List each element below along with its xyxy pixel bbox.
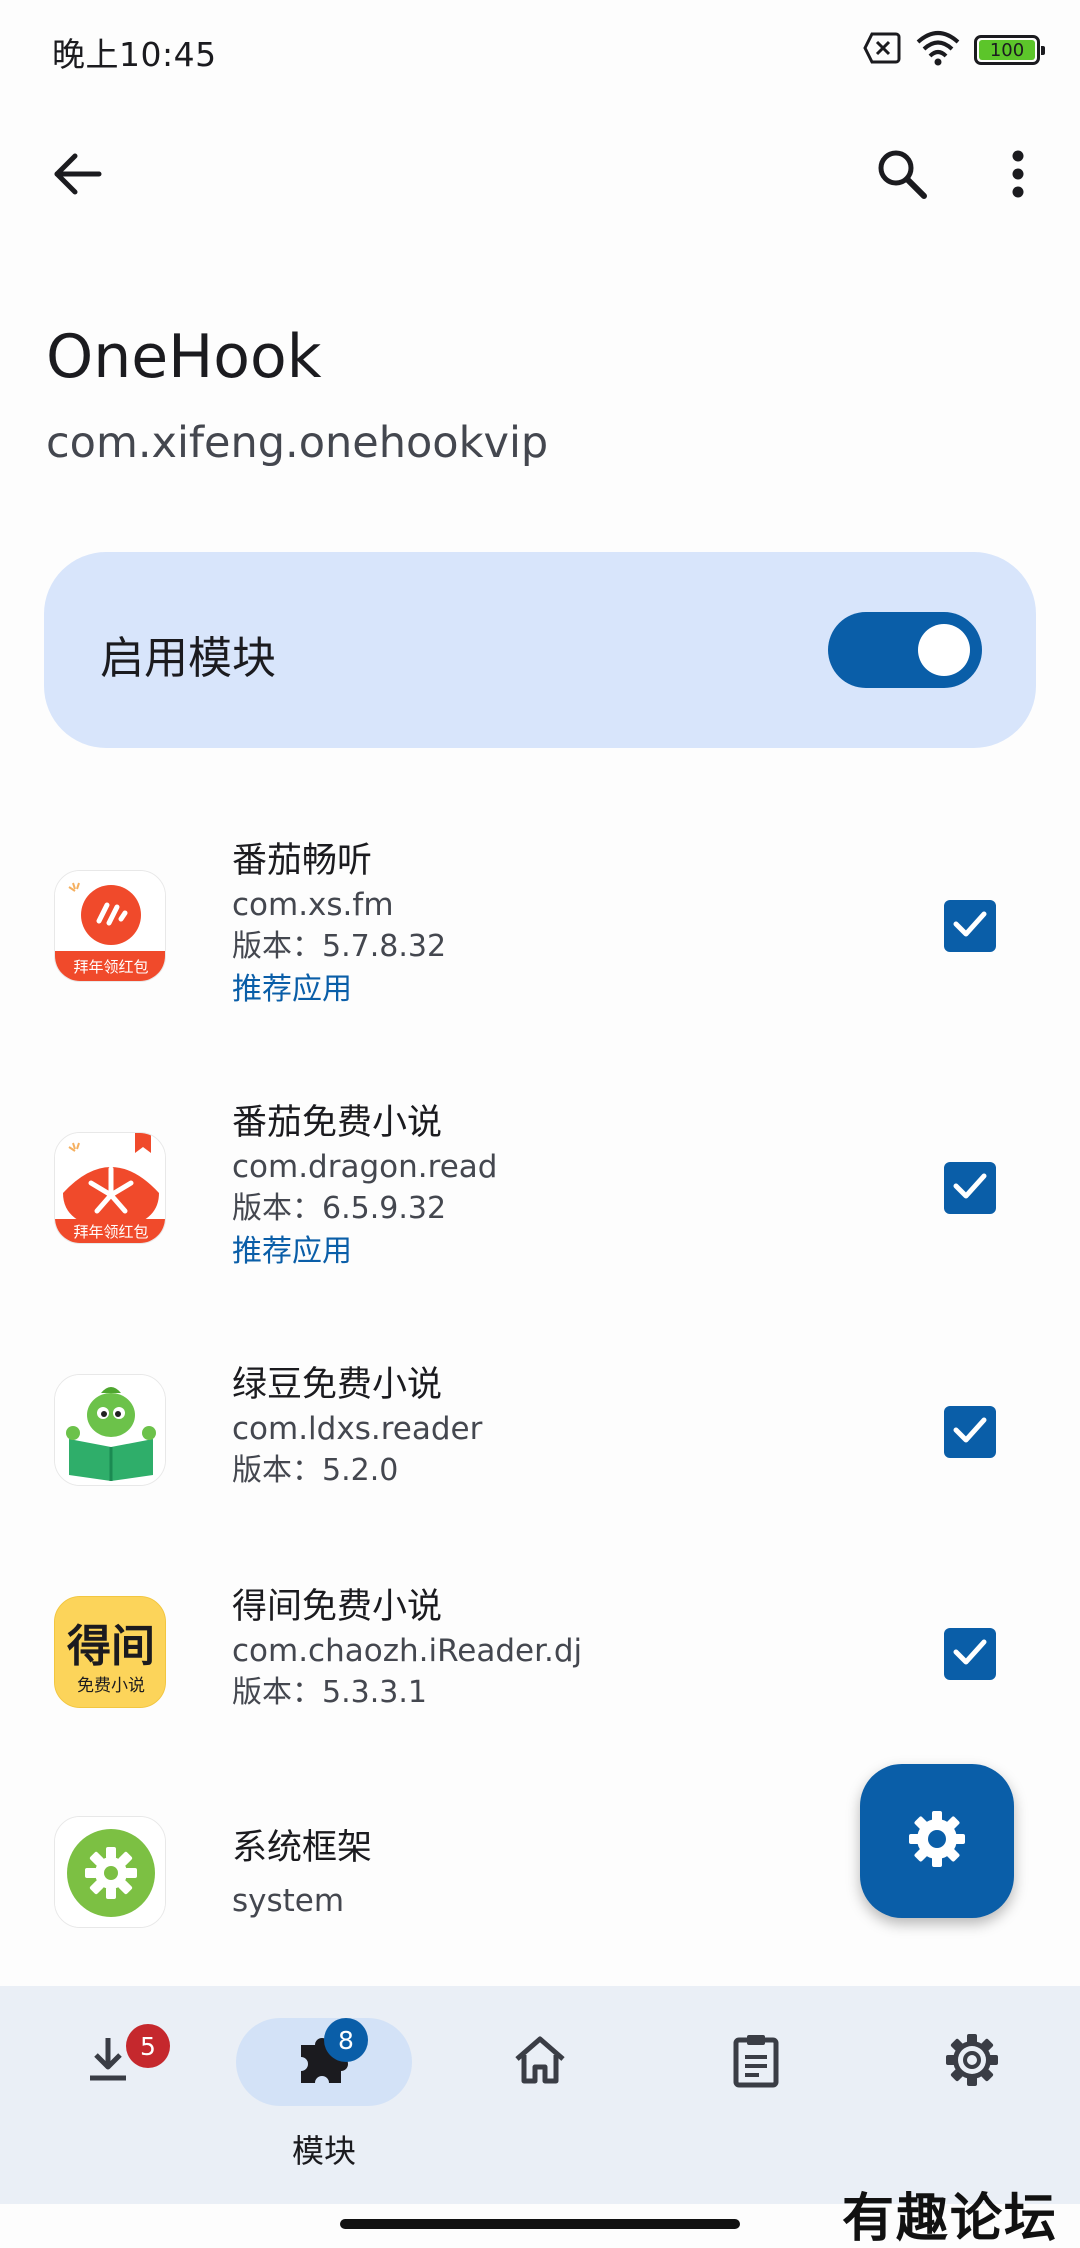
nav-item-logs[interactable] <box>668 1986 844 2204</box>
app-version: 版本：6.5.9.32 <box>232 1191 447 1226</box>
app-icon-system <box>54 1816 166 1928</box>
module-package: com.xifeng.onehookvip <box>46 418 549 468</box>
nav-pill <box>452 2018 628 2106</box>
module-settings-fab[interactable] <box>860 1764 1014 1918</box>
list-item[interactable]: 拜年领红包 番茄免费小说 com.dragon.read 版本：6.5.9.32… <box>0 1100 1080 1269</box>
settings-icon <box>944 2032 1000 2092</box>
recommended-tag: 推荐应用 <box>232 972 352 1007</box>
app-version: 版本：5.7.8.32 <box>232 929 447 964</box>
check-icon <box>952 1415 988 1449</box>
clipboard-icon <box>732 2032 780 2092</box>
app-version: 版本：5.3.3.1 <box>232 1675 427 1710</box>
app-package: com.ldxs.reader <box>232 1411 483 1447</box>
status-icons: 100 <box>862 30 1045 70</box>
app-icon-dejian: 得间 免费小说 <box>54 1596 166 1708</box>
nav-pill <box>884 2018 1060 2106</box>
enable-module-switch[interactable] <box>828 612 982 688</box>
sim-off-icon <box>862 31 902 69</box>
app-name: 番茄畅听 <box>232 841 373 881</box>
icon-caption: 拜年领红包 <box>73 1223 148 1241</box>
list-item[interactable]: 得间 免费小说 得间免费小说 com.chaozh.iReader.dj 版本：… <box>0 1584 1080 1714</box>
status-time: 晚上10:45 <box>52 35 217 74</box>
app-checkbox[interactable] <box>944 1162 996 1214</box>
app-package: system <box>232 1883 345 1919</box>
app-text: 番茄免费小说 com.dragon.read 版本：6.5.9.32 推荐应用 <box>232 1100 497 1274</box>
list-item[interactable]: 绿豆免费小说 com.ldxs.reader 版本：5.2.0 <box>0 1362 1080 1492</box>
app-icon-fanqie-xiaoshuo: 拜年领红包 <box>54 1132 166 1244</box>
app-checkbox[interactable] <box>944 1406 996 1458</box>
back-button[interactable] <box>38 136 118 216</box>
app-checkbox[interactable] <box>944 1628 996 1680</box>
nav-item-repository[interactable]: 5 <box>20 1986 196 2204</box>
nav-item-modules[interactable]: 8 模块 <box>236 1986 412 2204</box>
app-name: 绿豆免费小说 <box>232 1365 443 1405</box>
check-icon <box>952 1637 988 1671</box>
nav-label-modules: 模块 <box>291 2132 356 2170</box>
module-title: OneHook <box>46 322 322 392</box>
recommended-tag: 推荐应用 <box>232 1234 352 1269</box>
battery-icon: 100 <box>974 35 1045 65</box>
search-button[interactable] <box>862 136 942 216</box>
app-name: 系统框架 <box>232 1828 373 1868</box>
list-item[interactable]: 拜年领红包 番茄畅听 com.xs.fm 版本：5.7.8.32 推荐应用 <box>0 838 1080 1007</box>
home-icon <box>513 2035 567 2089</box>
app-package: com.xs.fm <box>232 887 394 923</box>
top-app-bar <box>0 120 1080 232</box>
enable-module-label: 启用模块 <box>100 633 276 684</box>
nav-pill: 5 <box>20 2018 196 2106</box>
enable-module-card[interactable]: 启用模块 <box>44 552 1036 748</box>
status-bar: 晚上10:45 100 <box>0 0 1080 100</box>
app-package: com.chaozh.iReader.dj <box>232 1633 583 1669</box>
nav-pill <box>668 2018 844 2106</box>
nav-item-settings[interactable] <box>884 1986 1060 2204</box>
back-arrow-icon <box>53 152 103 200</box>
repository-badge: 5 <box>126 2024 170 2068</box>
modules-badge: 8 <box>324 2018 368 2062</box>
icon-subcaption: 免费小说 <box>77 1676 145 1696</box>
nav-item-home[interactable] <box>452 1986 628 2204</box>
icon-caption: 拜年领红包 <box>73 958 148 976</box>
app-icon-lvdou <box>54 1374 166 1486</box>
search-icon <box>876 148 928 204</box>
app-version: 版本：5.2.0 <box>232 1453 399 1488</box>
app-name: 番茄免费小说 <box>232 1103 443 1143</box>
download-icon <box>84 2034 132 2090</box>
check-icon <box>952 909 988 943</box>
app-checkbox[interactable] <box>944 900 996 952</box>
watermark: 有趣论坛 <box>841 2188 1058 2248</box>
switch-thumb <box>918 624 970 676</box>
app-icon-fanqie-tingshu: 拜年领红包 <box>54 870 166 982</box>
battery-level: 100 <box>979 40 1035 61</box>
app-name: 得间免费小说 <box>232 1587 443 1627</box>
app-text: 得间免费小说 com.chaozh.iReader.dj 版本：5.3.3.1 <box>232 1584 582 1714</box>
icon-caption: 得间 <box>66 1621 155 1672</box>
app-text: 番茄畅听 com.xs.fm 版本：5.7.8.32 推荐应用 <box>232 838 446 1012</box>
check-icon <box>952 1171 988 1205</box>
bottom-navigation: 5 8 模块 <box>0 1986 1080 2204</box>
app-package: com.dragon.read <box>232 1149 498 1185</box>
nav-pill-active: 8 <box>236 2018 412 2106</box>
app-text: 绿豆免费小说 com.ldxs.reader 版本：5.2.0 <box>232 1362 482 1492</box>
gesture-bar[interactable] <box>340 2219 740 2229</box>
more-vert-icon <box>1011 150 1025 202</box>
more-options-button[interactable] <box>978 136 1058 216</box>
settings-icon <box>907 1809 967 1873</box>
app-text: 系统框架 system <box>232 1820 372 1926</box>
wifi-icon <box>916 30 960 70</box>
